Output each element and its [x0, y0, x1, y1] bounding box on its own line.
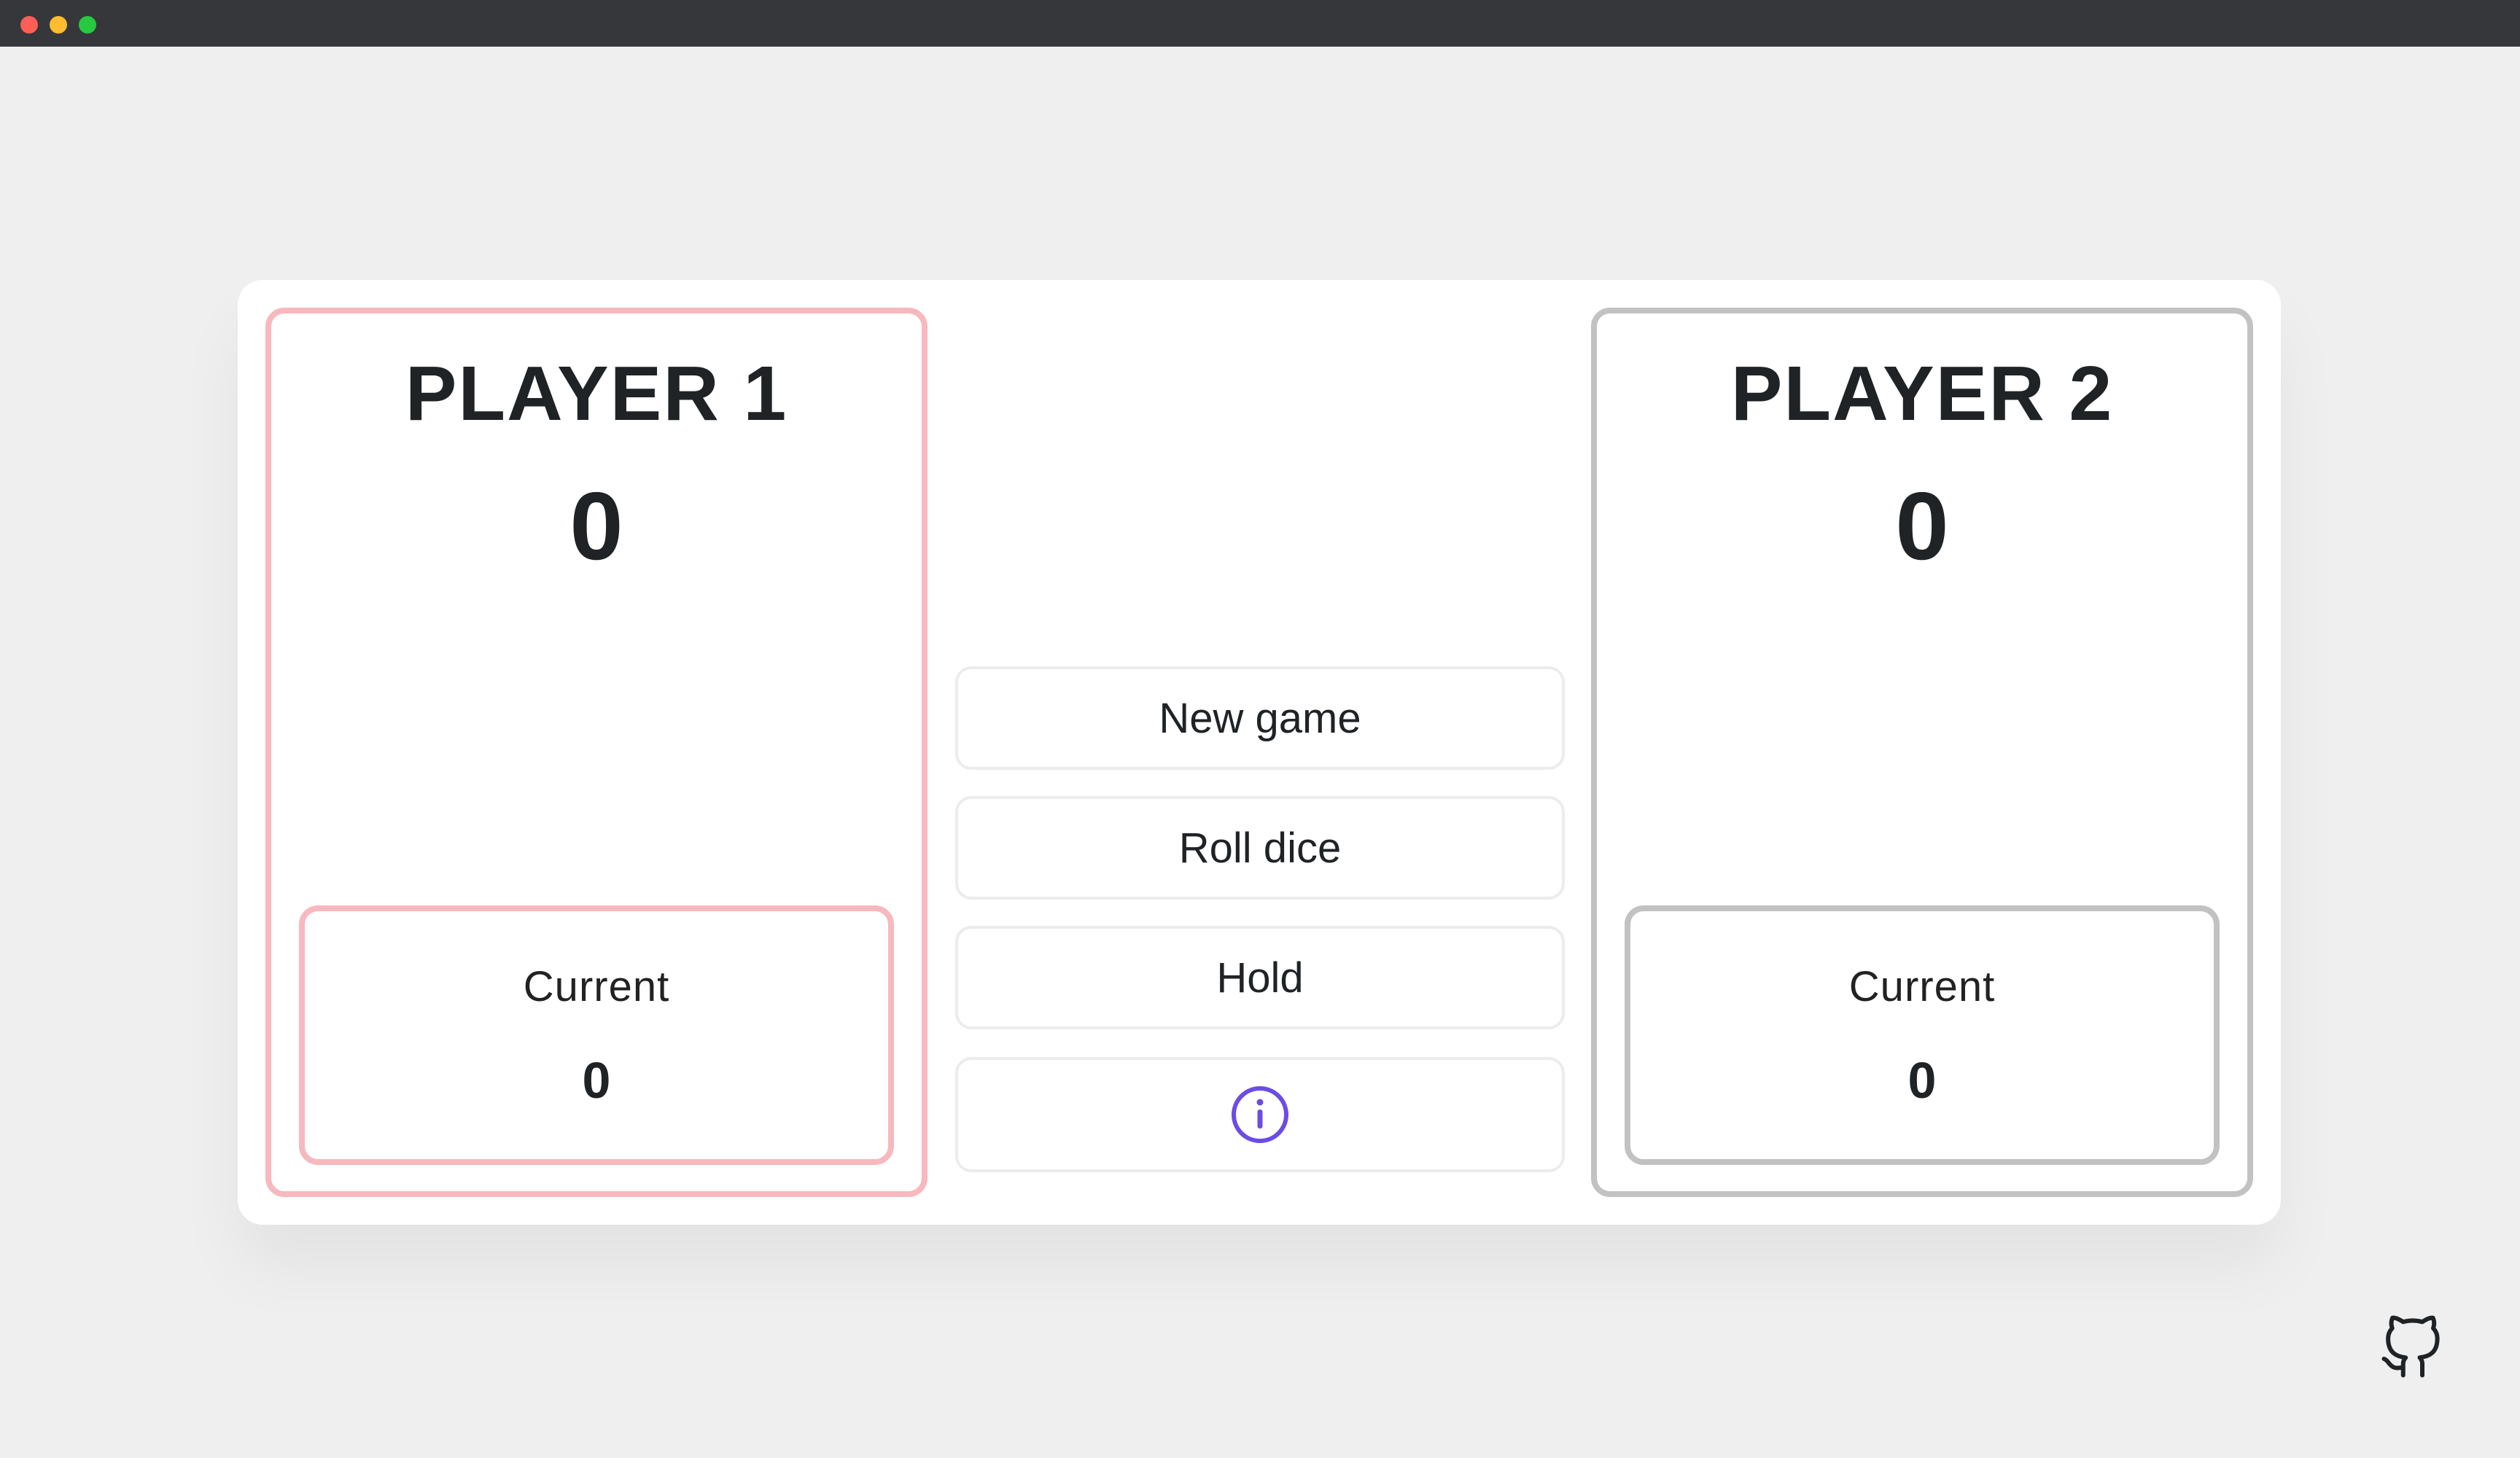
maximize-window-button[interactable] [79, 16, 96, 34]
github-link[interactable] [2379, 1315, 2444, 1381]
new-game-button[interactable]: New game [955, 666, 1565, 770]
player-1-total-score: 0 [569, 472, 623, 580]
player-2-panel: PLAYER 2 0 Current 0 [1591, 308, 2253, 1197]
player-2-name: PLAYER 2 [1730, 351, 2114, 437]
player-2-current-box: Current 0 [1625, 905, 2220, 1165]
github-icon [2381, 1315, 2440, 1378]
player-1-panel: PLAYER 1 0 Current 0 [265, 308, 928, 1197]
minimize-window-button[interactable] [50, 16, 67, 34]
window-titlebar [0, 0, 2520, 47]
hold-button[interactable]: Hold [955, 926, 1565, 1029]
game-board: PLAYER 1 0 Current 0 New game Roll dice … [238, 280, 2281, 1225]
player-1-name: PLAYER 1 [405, 351, 788, 437]
player-2-current-score: 0 [1908, 1052, 1937, 1109]
player-2-total-score: 0 [1895, 472, 1949, 580]
roll-dice-button[interactable]: Roll dice [955, 796, 1565, 900]
player-1-current-score: 0 [582, 1052, 611, 1109]
player-2-current-label: Current [1848, 963, 1996, 1010]
close-window-button[interactable] [20, 16, 38, 34]
info-button[interactable] [955, 1057, 1565, 1172]
player-1-current-box: Current 0 [299, 905, 894, 1165]
player-1-current-label: Current [523, 963, 670, 1010]
info-icon [1232, 1086, 1288, 1143]
